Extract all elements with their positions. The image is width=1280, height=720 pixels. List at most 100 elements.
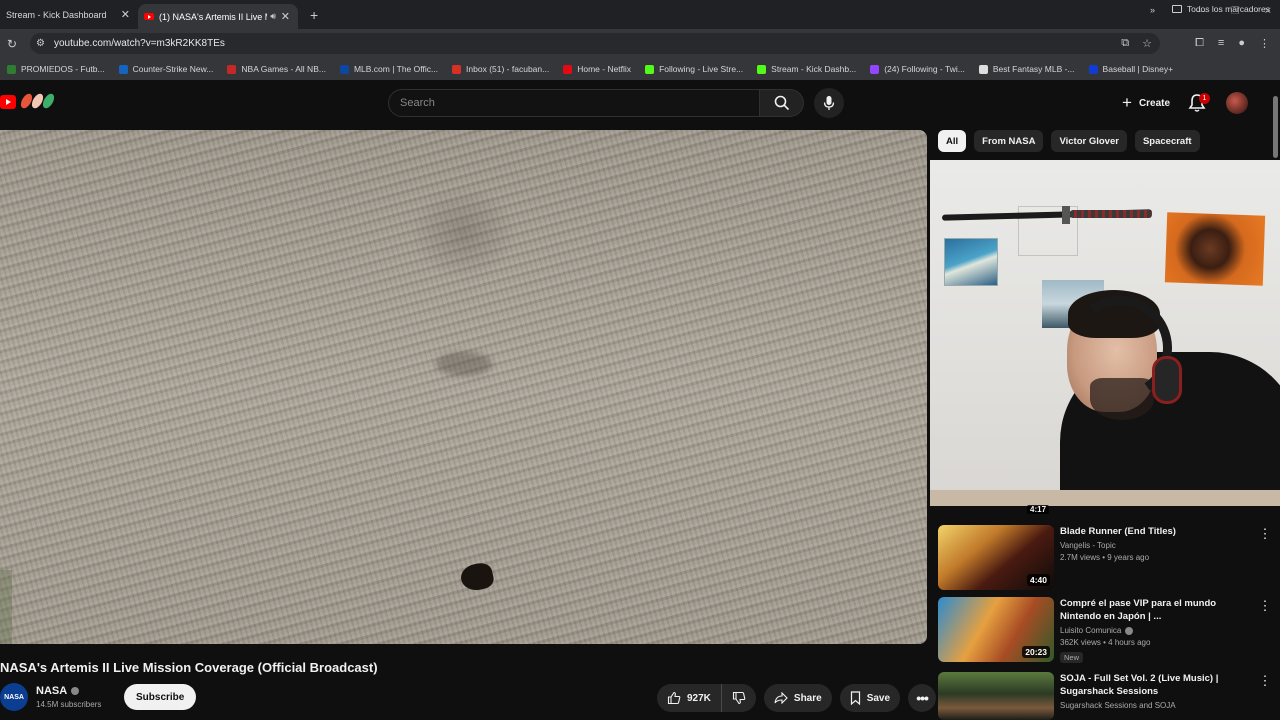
subscribe-button[interactable]: Subscribe: [124, 684, 197, 710]
profile-icon[interactable]: ●: [1238, 37, 1245, 50]
dislike-button[interactable]: [722, 684, 756, 712]
video-thumbnail[interactable]: [938, 672, 1054, 720]
bookmark-item[interactable]: Home - Netflix: [556, 64, 638, 74]
bookmark-item[interactable]: PROMIEDOS - Futb...: [0, 64, 112, 74]
create-label: Create: [1138, 97, 1171, 109]
reload-icon[interactable]: ↻: [0, 37, 24, 51]
recommendation-channel[interactable]: Luisito Comunica: [1060, 626, 1250, 635]
filter-chip[interactable]: Spacecraft: [1134, 130, 1200, 152]
new-tab-icon[interactable]: +: [310, 7, 318, 23]
extensions-icon[interactable]: ⧠: [1195, 37, 1204, 50]
tab-kick-dashboard[interactable]: Stream - Kick Dashboard ✕: [0, 0, 138, 29]
recommendation-title[interactable]: Blade Runner (End Titles): [1060, 525, 1250, 538]
all-bookmarks-button[interactable]: Todos los marcadores: [1171, 4, 1270, 14]
bookmark-item[interactable]: Following - Live Stre...: [638, 64, 750, 74]
recommendation-item[interactable]: SOJA - Full Set Vol. 2 (Live Music) | Su…: [938, 672, 1273, 720]
tab-close-icon[interactable]: ✕: [281, 10, 290, 23]
recommendation-channel[interactable]: Sugarshack Sessions and SOJA: [1060, 701, 1250, 710]
bookmark-label: Home - Netflix: [577, 64, 632, 74]
bookmark-item[interactable]: Baseball | Disney+: [1082, 64, 1180, 74]
speaker-icon[interactable]: 🔊︎: [270, 11, 276, 22]
bookmark-favicon-icon: [118, 64, 128, 74]
bookmark-favicon-icon: [645, 64, 655, 74]
channel-avatar[interactable]: NASA: [0, 683, 28, 711]
verified-check-icon: [71, 687, 80, 695]
channel-name-link[interactable]: NASA: [36, 685, 80, 697]
more-actions-icon[interactable]: ⋮: [1257, 527, 1273, 540]
youtube-logo-icon[interactable]: [0, 95, 16, 109]
account-avatar[interactable]: [1226, 92, 1248, 114]
bookmark-label: Best Fantasy MLB -...: [992, 64, 1075, 74]
bookmark-icon: [850, 691, 860, 705]
tab-youtube-artemis[interactable]: (1) NASA's Artemis II Live M 🔊︎ ✕: [138, 4, 298, 29]
share-arrow-icon: [774, 692, 788, 704]
recommendation-title[interactable]: SOJA - Full Set Vol. 2 (Live Music) | Su…: [1060, 672, 1250, 698]
all-bookmarks-label: Todos los marcadores: [1186, 4, 1270, 14]
bookmark-item[interactable]: Counter-Strike New...: [112, 64, 221, 74]
bookmark-item[interactable]: Stream - Kick Dashb...: [750, 64, 863, 74]
video-title: NASA's Artemis II Live Mission Coverage …: [0, 660, 378, 675]
like-button[interactable]: 927K: [657, 684, 722, 712]
youtube-doodle[interactable]: [18, 91, 57, 111]
video-thumbnail[interactable]: 4:40: [938, 525, 1054, 590]
search-icon: [774, 95, 789, 111]
portrait-painting: [1164, 212, 1266, 286]
recommendation-title[interactable]: Compré el pase VIP para el mundo Nintend…: [1060, 597, 1250, 623]
channel-name: NASA: [36, 685, 68, 697]
site-info-icon[interactable]: ⚙: [36, 38, 45, 49]
bookmark-item[interactable]: Inbox (51) - facuban...: [445, 64, 556, 74]
tab-title: (1) NASA's Artemis II Live M: [159, 11, 267, 22]
tab-search-icon[interactable]: ≡: [1218, 37, 1224, 50]
install-app-icon[interactable]: ⧉: [1121, 37, 1129, 50]
page-scrollbar-thumb[interactable]: [1273, 96, 1278, 158]
url-text[interactable]: youtube.com/watch?v=m3kR2KK8TEs: [54, 38, 225, 49]
notification-count-badge: 1: [1199, 93, 1210, 104]
address-toolbar: ↻ ⚙ youtube.com/watch?v=m3kR2KK8TEs ⧉ ☆ …: [0, 29, 1280, 58]
more-actions-icon[interactable]: ⋮: [1257, 674, 1273, 687]
bookmark-item[interactable]: MLB.com | The Offic...: [333, 64, 445, 74]
browser-menu-icon[interactable]: ⋮: [1259, 37, 1270, 50]
video-thumbnail[interactable]: 20:23: [938, 597, 1054, 662]
duration-badge: 20:23: [1022, 646, 1050, 658]
bookmark-item[interactable]: NBA Games - All NB...: [220, 64, 333, 74]
bookmark-label: Counter-Strike New...: [132, 64, 214, 74]
recommendation-item[interactable]: 20:23 Compré el pase VIP para el mundo N…: [938, 597, 1273, 663]
wave-painting: [944, 238, 998, 286]
bookmark-item[interactable]: Best Fantasy MLB -...: [972, 64, 1082, 74]
tab-close-icon[interactable]: ✕: [121, 8, 130, 21]
bookmark-label: Stream - Kick Dashb...: [771, 64, 857, 74]
share-button[interactable]: Share: [763, 684, 832, 712]
filter-chip[interactable]: From NASA: [974, 130, 1044, 152]
save-label: Save: [866, 692, 891, 704]
surface-shadow: [436, 352, 492, 376]
bookmark-favicon-icon: [452, 64, 462, 74]
new-badge: New: [1060, 652, 1084, 663]
bookmark-favicon-icon: [978, 64, 988, 74]
more-horizontal-icon: •••: [916, 690, 929, 706]
save-button[interactable]: Save: [839, 684, 901, 712]
browser-tab-bar: Stream - Kick Dashboard ✕ (1) NASA's Art…: [0, 0, 1280, 29]
more-actions-icon[interactable]: ⋮: [1257, 599, 1273, 612]
recommendation-channel[interactable]: Vangelis - Topic: [1060, 541, 1250, 550]
more-video-actions-button[interactable]: •••: [908, 684, 937, 712]
search-button[interactable]: [760, 89, 804, 117]
bookmark-label: MLB.com | The Offic...: [353, 64, 439, 74]
thumbs-up-icon: [667, 691, 681, 705]
recommendation-item[interactable]: 4:40 Blade Runner (End Titles) Vangelis …: [938, 525, 1273, 591]
bookmarks-overflow-icon[interactable]: »: [1150, 5, 1155, 15]
create-button[interactable]: + Create: [1112, 91, 1180, 115]
bookmark-favicon-icon: [1088, 64, 1098, 74]
bookmark-star-icon[interactable]: ☆: [1142, 37, 1152, 50]
channel-name: Luisito Comunica: [1060, 626, 1122, 635]
bookmark-item[interactable]: (24) Following - Twi...: [863, 64, 972, 74]
video-player[interactable]: [0, 130, 927, 644]
voice-search-button[interactable]: [814, 88, 844, 118]
filter-chip[interactable]: Victor Glover: [1051, 130, 1127, 152]
page-scrollbar[interactable]: [1272, 86, 1280, 720]
omnibox[interactable]: ⚙ youtube.com/watch?v=m3kR2KK8TEs ⧉ ☆: [30, 33, 1160, 54]
channel-name: Vangelis - Topic: [1060, 541, 1116, 550]
filter-chip[interactable]: All: [938, 130, 967, 152]
search-input[interactable]: Search: [388, 89, 760, 117]
video-actions: 927K Share Save •••: [657, 684, 937, 712]
bookmark-label: PROMIEDOS - Futb...: [21, 64, 105, 74]
